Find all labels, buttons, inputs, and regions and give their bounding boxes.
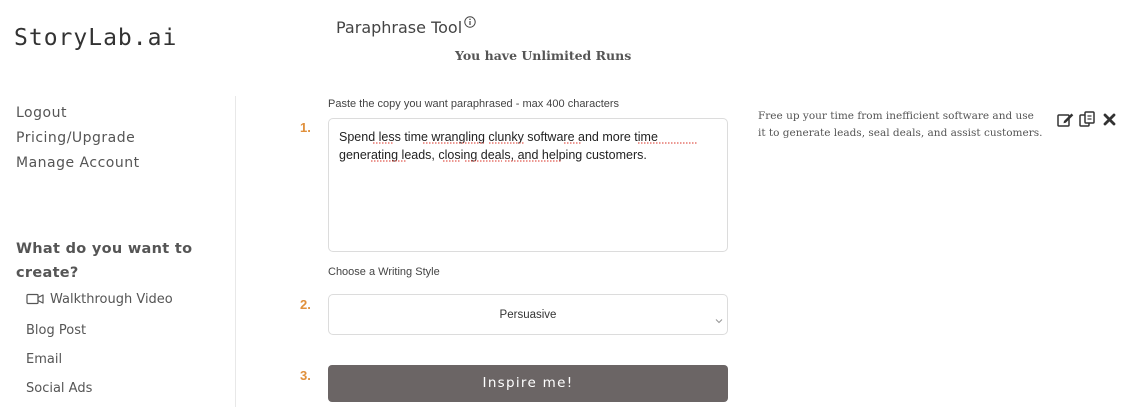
paraphrase-result: Free up your time from inefficient softw…: [758, 110, 1043, 139]
pricing-upgrade-link[interactable]: Pricing/Upgrade: [16, 126, 140, 151]
edit-icon[interactable]: [1056, 110, 1075, 129]
page-title: Paraphrase Tool: [336, 13, 476, 37]
runs-remaining-text: You have Unlimited Runs: [455, 48, 632, 63]
walkthrough-video-link[interactable]: Walkthrough Video: [26, 292, 173, 309]
writing-style-value: Persuasive: [499, 309, 557, 321]
input-label: Paste the copy you want paraphrased - ma…: [328, 98, 620, 110]
info-icon[interactable]: [464, 13, 476, 32]
sidebar-item-email[interactable]: Email: [26, 352, 62, 367]
chevron-down-icon: [715, 311, 723, 329]
writing-style-label: Choose a Writing Style: [328, 266, 440, 278]
video-camera-icon: [26, 293, 44, 309]
inspire-me-button[interactable]: Inspire me!: [328, 365, 728, 402]
storylab-logo[interactable]: StoryLab.ai: [14, 25, 177, 51]
logout-link[interactable]: Logout: [16, 101, 140, 126]
page-title-text: Paraphrase Tool: [336, 18, 463, 37]
account-links: Logout Pricing/Upgrade Manage Account: [16, 101, 140, 176]
walkthrough-video-label: Walkthrough Video: [50, 292, 173, 307]
paraphrase-input[interactable]: Spend less time wrangling clunky softwar…: [328, 118, 728, 252]
copy-icon[interactable]: [1078, 110, 1097, 129]
result-actions: [1056, 110, 1119, 129]
step-number-3: 3.: [300, 368, 311, 383]
manage-account-link[interactable]: Manage Account: [16, 151, 140, 176]
sidebar-item-social-ads[interactable]: Social Ads: [26, 381, 92, 396]
writing-style-select[interactable]: Persuasive: [328, 294, 728, 335]
create-heading: What do you want to create?: [16, 241, 193, 281]
close-icon[interactable]: [1100, 110, 1119, 129]
step-number-2: 2.: [300, 297, 311, 312]
step-number-1: 1.: [300, 120, 311, 135]
sidebar-item-blog-post[interactable]: Blog Post: [26, 323, 86, 338]
sidebar-divider: [235, 96, 236, 407]
